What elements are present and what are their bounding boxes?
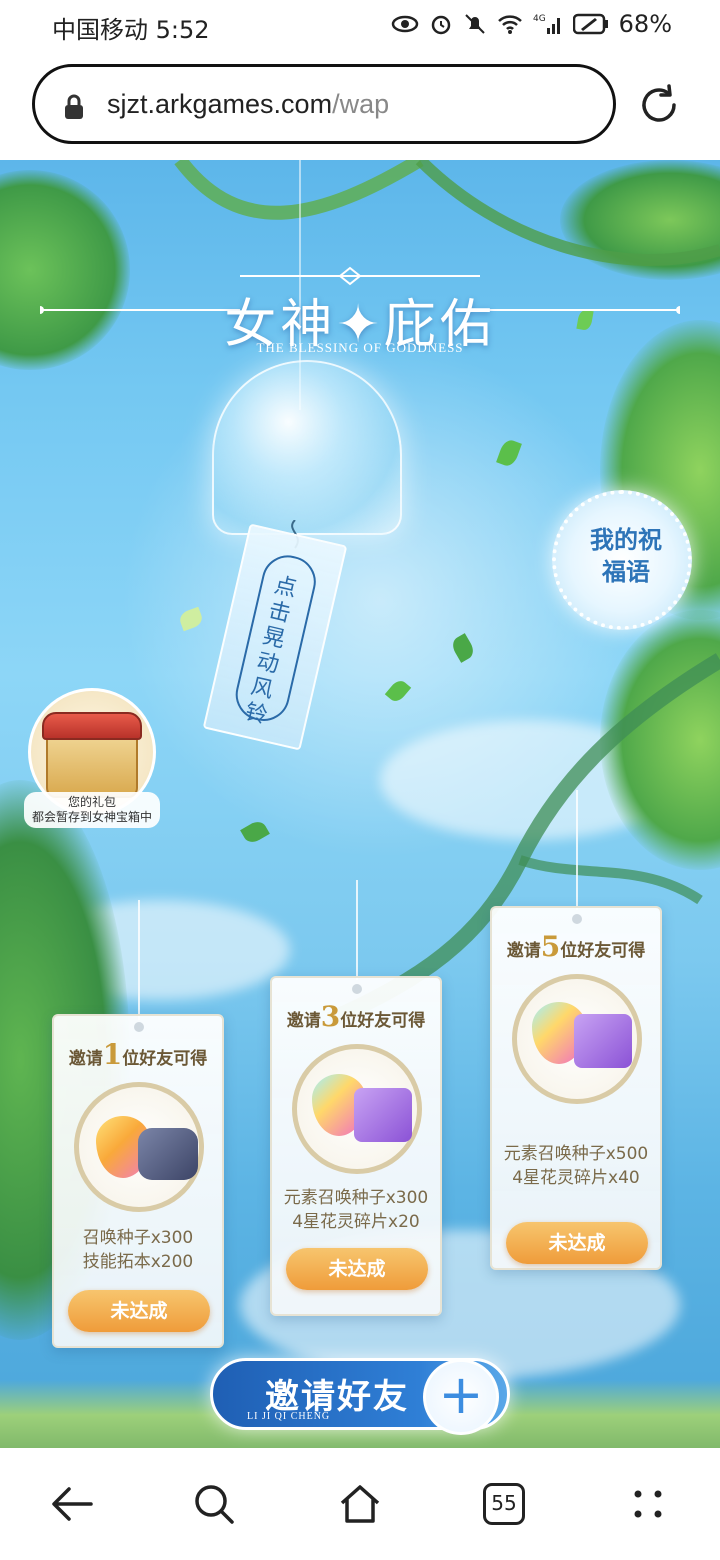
invite-sub-label: LI JI QI CHENG bbox=[247, 1411, 331, 1422]
reward-items: 元素召唤种子x300 4星花灵碎片x20 bbox=[283, 1188, 429, 1232]
page-subtitle: THE BLESSING OF GODDNESS bbox=[256, 340, 464, 355]
status-icons: 4G 68% bbox=[391, 10, 672, 38]
gift-label-line2: 都会暂存到女神宝箱中 bbox=[31, 810, 152, 824]
status-bar: 中国移动 5:52 4G 68% bbox=[0, 0, 720, 50]
url-path: /wap bbox=[332, 89, 390, 119]
web-content: 女神✦庇佑 THE BLESSING OF GODDNESS 点击晃动风铃 我的… bbox=[0, 160, 720, 1448]
wind-chime-bell[interactable] bbox=[212, 360, 402, 535]
alarm-icon bbox=[431, 15, 450, 35]
home-icon[interactable] bbox=[332, 1476, 388, 1532]
tabs-count: 55 bbox=[491, 1491, 517, 1515]
my-blessing-button[interactable]: 我的祝福语 bbox=[552, 490, 692, 630]
carrier-time: 中国移动 5:52 bbox=[52, 16, 210, 44]
claim-button-invite-1[interactable]: 未达成 bbox=[68, 1290, 210, 1332]
url-text[interactable]: sjzt.arkgames.com/wap bbox=[107, 89, 389, 120]
browser-nav-bar: 55 bbox=[0, 1448, 720, 1560]
reward-card-invite-5: 邀请5位好友可得 元素召唤种子x500 4星花灵碎片x40 未达成 bbox=[490, 906, 662, 1270]
back-arrow-icon[interactable] bbox=[44, 1476, 100, 1532]
card-string bbox=[356, 880, 358, 980]
reward-card-title: 邀请3位好友可得 bbox=[286, 1000, 426, 1033]
chest-lid bbox=[42, 712, 142, 740]
card-pin bbox=[352, 984, 362, 994]
search-icon[interactable] bbox=[186, 1476, 242, 1532]
refresh-icon[interactable] bbox=[636, 82, 682, 128]
url-domain: sjzt.arkgames.com bbox=[107, 89, 333, 119]
signal-icon: 4G bbox=[533, 14, 560, 34]
gift-storage-note: 您的礼包 都会暂存到女神宝箱中 bbox=[24, 792, 160, 828]
more-dots-icon[interactable] bbox=[620, 1476, 676, 1532]
lock-icon bbox=[65, 94, 83, 119]
reward-card-title: 邀请5位好友可得 bbox=[506, 930, 646, 963]
reward-items: 元素召唤种子x500 4星花灵碎片x40 bbox=[503, 1144, 649, 1188]
tabs-frame: 55 bbox=[483, 1483, 525, 1525]
flower-spirit-shard-icon bbox=[354, 1088, 412, 1142]
claim-button-invite-3[interactable]: 未达成 bbox=[286, 1248, 428, 1290]
gift-label-line1: 您的礼包 bbox=[67, 795, 116, 809]
card-pin bbox=[572, 914, 582, 924]
reward-card-title: 邀请1位好友可得 bbox=[68, 1038, 208, 1071]
battery-percent: 68% bbox=[618, 10, 672, 38]
invite-friends-button[interactable]: 邀请好友 LI JI QI CHENG + bbox=[210, 1358, 510, 1435]
reward-card-invite-1: 邀请1位好友可得 召唤种子x300 技能拓本x200 未达成 bbox=[52, 1014, 224, 1348]
reward-items: 召唤种子x300 技能拓本x200 bbox=[82, 1228, 194, 1272]
address-bar[interactable]: sjzt.arkgames.com/wap bbox=[32, 64, 616, 144]
battery-icon bbox=[572, 13, 608, 35]
my-blessing-label: 我的祝福语 bbox=[590, 525, 662, 586]
tabs-icon[interactable]: 55 bbox=[476, 1476, 532, 1532]
plus-icon: + bbox=[423, 1359, 499, 1435]
plus-glyph: + bbox=[438, 1363, 484, 1426]
card-string bbox=[576, 790, 578, 910]
event-title: 女神✦庇佑 THE BLESSING OF GODDNESS bbox=[40, 260, 680, 360]
skill-rubbing-icon bbox=[138, 1128, 198, 1180]
mute-bell-icon bbox=[464, 14, 485, 34]
wifi-icon bbox=[497, 15, 522, 34]
reward-card-invite-3: 邀请3位好友可得 元素召唤种子x300 4星花灵碎片x20 未达成 bbox=[270, 976, 442, 1316]
svg-text:4G: 4G bbox=[533, 14, 546, 24]
eye-icon bbox=[391, 15, 418, 33]
goddess-treasure-chest[interactable]: 您的礼包 都会暂存到女神宝箱中 bbox=[24, 688, 160, 828]
card-pin bbox=[134, 1022, 144, 1032]
claim-button-invite-5[interactable]: 未达成 bbox=[506, 1222, 648, 1264]
card-string bbox=[138, 900, 140, 1020]
flower-spirit-shard-icon bbox=[574, 1014, 632, 1068]
